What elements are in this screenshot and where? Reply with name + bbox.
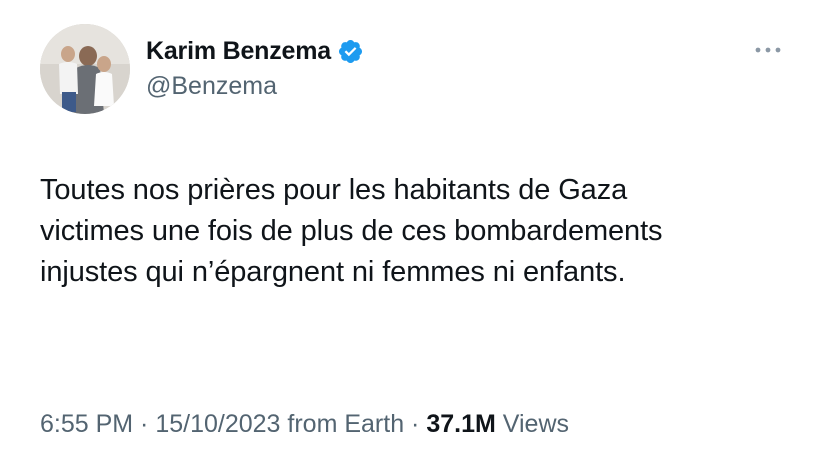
meta-separator: · [404,410,427,438]
tweet-text: Toutes nos prières pour les habitants de… [40,170,800,293]
tweet-text-line: injustes qui n’épargnent ni femmes ni en… [40,256,626,288]
tweet-meta: 6:55 PM · 15/10/2023 from Earth · 37.1M … [40,410,569,439]
tweet-source: from Earth [280,410,405,438]
display-name[interactable]: Karim Benzema [146,37,331,66]
tweet-card: Karim Benzema @Benzema Toutes nos prière… [0,0,828,455]
tweet-text-line: Toutes nos prières pour les habitants de… [40,174,628,206]
tweet-time[interactable]: 6:55 PM [40,410,133,438]
more-options-icon[interactable] [752,40,784,60]
meta-separator: · [133,410,156,438]
views-label: Views [495,410,569,438]
tweet-date[interactable]: 15/10/2023 [155,410,280,438]
verified-badge-icon [337,38,364,65]
name-row: Karim Benzema [146,34,364,68]
author-block: Karim Benzema @Benzema [146,34,364,101]
tweet-text-line: victimes une fois de plus de ces bombard… [40,215,663,247]
handle[interactable]: @Benzema [146,72,364,101]
views-count[interactable]: 37.1M [426,410,495,438]
avatar[interactable] [40,24,130,114]
avatar-photo [40,24,130,114]
